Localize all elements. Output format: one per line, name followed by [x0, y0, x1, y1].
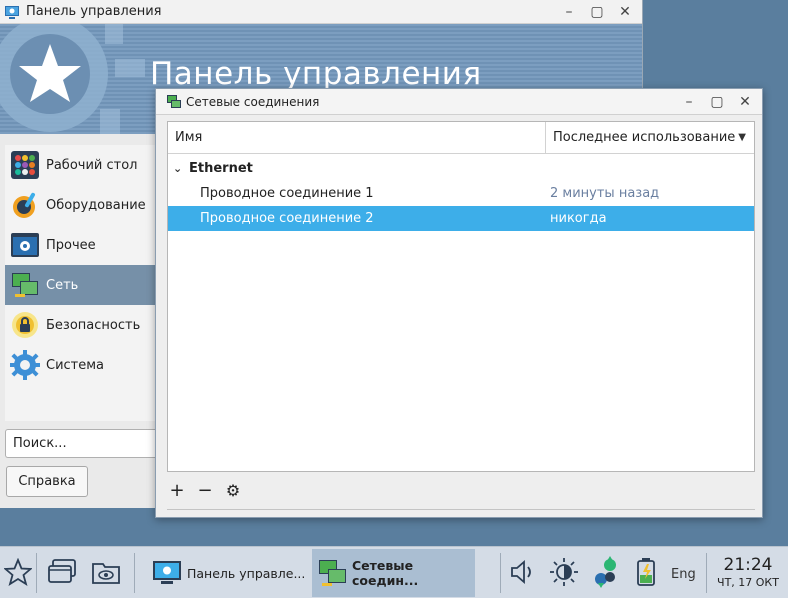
battery-charging-icon[interactable]	[628, 553, 664, 591]
divider	[706, 553, 707, 593]
keyboard-layout-indicator[interactable]: Eng	[671, 567, 696, 582]
sidebar-item-hardware[interactable]: Оборудование	[5, 185, 155, 225]
sidebar-item-system[interactable]: Система	[5, 345, 155, 385]
connection-name: Проводное соединение 2	[200, 211, 374, 226]
network-connections-window: Сетевые соединения – ▢ ✕ Имя Последнее и…	[155, 88, 763, 518]
divider	[134, 553, 135, 593]
clock-time: 21:24	[723, 555, 773, 575]
chevron-down-icon[interactable]: ⌄	[173, 162, 187, 175]
other-settings-icon	[8, 228, 42, 262]
task-network-connections[interactable]: Сетевые соедин...	[312, 549, 475, 597]
sidebar-item-label: Безопасность	[46, 317, 141, 333]
sidebar-item-other[interactable]: Прочее	[5, 225, 155, 265]
task-label: Панель управле...	[187, 565, 306, 581]
connections-toolbar: + − ⚙	[168, 479, 242, 501]
show-windows-icon[interactable]	[44, 553, 80, 591]
list-item-selected[interactable]: Проводное соединение 2 никогда	[168, 206, 754, 231]
minimize-button[interactable]: –	[558, 1, 580, 23]
control-panel-app-icon	[4, 4, 20, 20]
list-header: Имя Последнее использование ▼	[168, 122, 754, 154]
network-task-icon	[318, 557, 348, 589]
help-button[interactable]: Справка	[6, 466, 88, 497]
connection-name: Проводное соединение 1	[200, 186, 374, 201]
connection-last-used: 2 минуты назад	[550, 186, 660, 201]
control-panel-title: Панель управления	[26, 4, 162, 19]
volume-icon[interactable]	[505, 553, 541, 591]
column-last-used-label: Последнее использование	[553, 130, 736, 145]
column-header-last-used[interactable]: Последнее использование ▼	[546, 122, 754, 153]
sidebar-item-network[interactable]: Сеть	[5, 265, 155, 305]
clock[interactable]: 21:24 ЧТ, 17 ОКТ	[712, 555, 784, 591]
close-button[interactable]: ✕	[614, 1, 636, 23]
hardware-icon	[8, 188, 42, 222]
sidebar-item-label: Прочее	[46, 237, 96, 253]
close-button[interactable]: ✕	[734, 91, 756, 113]
group-row-ethernet[interactable]: ⌄ Ethernet	[168, 155, 754, 181]
maximize-button[interactable]: ▢	[586, 1, 608, 23]
maximize-button[interactable]: ▢	[706, 91, 728, 113]
divider	[500, 553, 501, 593]
network-icon	[8, 268, 42, 302]
gear-star-icon	[0, 24, 145, 134]
start-menu-star-icon[interactable]	[0, 553, 36, 591]
minimize-button[interactable]: –	[678, 91, 700, 113]
group-label: Ethernet	[189, 160, 253, 176]
desktop-grid-icon	[8, 148, 42, 182]
system-gear-icon	[8, 348, 42, 382]
sidebar-item-security[interactable]: Безопасность	[5, 305, 155, 345]
settings-gear-button[interactable]: ⚙	[224, 480, 242, 500]
sidebar-item-label: Оборудование	[46, 197, 146, 213]
control-panel-sidebar: Рабочий стол Оборудование Прочее Сеть Бе…	[5, 145, 155, 421]
clock-date: ЧТ, 17 ОКТ	[717, 576, 779, 589]
sidebar-item-label: Сеть	[46, 277, 79, 293]
list-item[interactable]: Проводное соединение 1 2 минуты назад	[168, 181, 754, 206]
file-manager-eye-icon[interactable]	[88, 553, 124, 591]
task-control-panel[interactable]: Панель управле...	[145, 549, 310, 597]
connections-list[interactable]: Имя Последнее использование ▼ ⌄ Ethernet…	[167, 121, 755, 472]
sidebar-item-label: Система	[46, 357, 105, 373]
control-panel-task-icon	[151, 557, 183, 589]
remove-connection-button[interactable]: −	[196, 480, 214, 501]
sidebar-item-label: Рабочий стол	[46, 157, 138, 173]
security-lock-icon	[8, 308, 42, 342]
network-window-icon	[166, 94, 182, 110]
task-label: Сетевые соедин...	[352, 558, 419, 588]
network-window-titlebar[interactable]: Сетевые соединения – ▢ ✕	[156, 89, 762, 115]
search-input[interactable]: Поиск...	[5, 429, 155, 458]
sort-down-icon: ▼	[738, 132, 746, 143]
sidebar-item-desktop[interactable]: Рабочий стол	[5, 145, 155, 185]
banner-title: Панель управления	[150, 56, 482, 92]
taskbar: Панель управле... Сетевые соедин... Eng …	[0, 546, 788, 598]
network-window-title: Сетевые соединения	[186, 94, 320, 109]
divider	[36, 553, 37, 593]
column-header-name[interactable]: Имя	[168, 122, 546, 153]
connection-last-used: никогда	[550, 211, 607, 226]
network-tray-icon[interactable]	[588, 553, 624, 591]
control-panel-titlebar[interactable]: Панель управления – ▢ ✕	[0, 0, 642, 24]
add-connection-button[interactable]: +	[168, 480, 186, 501]
column-name-label: Имя	[175, 130, 203, 145]
divider	[167, 509, 755, 510]
brightness-icon[interactable]	[546, 553, 582, 591]
